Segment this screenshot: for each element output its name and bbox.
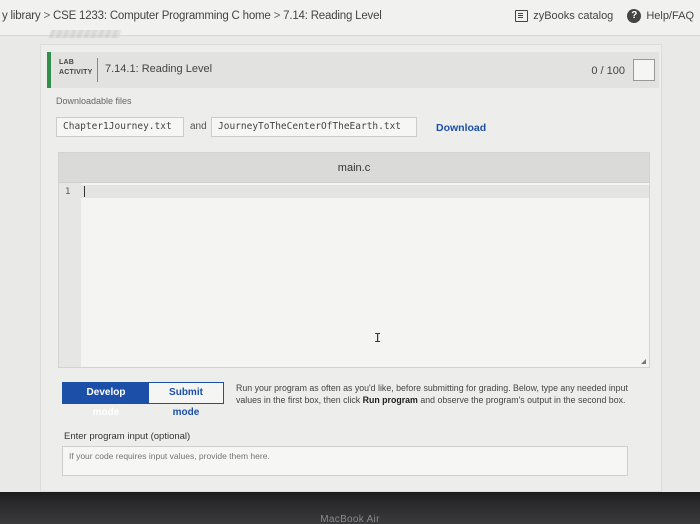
faded-header-strip xyxy=(48,30,122,38)
text-cursor xyxy=(84,186,85,197)
develop-mode-button[interactable]: Develop mode xyxy=(63,383,149,418)
device-label: MacBook Air xyxy=(320,514,380,524)
score-text: 0 / 100 xyxy=(591,65,625,77)
help-label: Help/FAQ xyxy=(646,10,694,22)
mode-toggle: Develop mode Submit mode xyxy=(62,382,224,418)
and-text: and xyxy=(190,121,207,132)
score-indicator-box xyxy=(633,59,655,81)
submit-mode-button[interactable]: Submit mode xyxy=(149,383,223,418)
editor-tab-bar: main.c xyxy=(59,153,649,183)
help-icon: ? xyxy=(627,9,642,23)
breadcrumb: y library > CSE 1233: Computer Programming… xyxy=(2,10,382,22)
laptop-bezel: MacBook Air xyxy=(0,492,700,524)
file-journey-center-earth[interactable]: JourneyToTheCenterOfTheEarth.txt xyxy=(211,117,417,137)
downloadable-files-label: Downloadable files xyxy=(56,96,132,106)
zybooks-catalog-link[interactable]: zyBooks catalog xyxy=(515,10,613,22)
line-gutter: 1 xyxy=(59,183,81,367)
ibeam-pointer-icon: I xyxy=(374,331,382,345)
help-faq-link[interactable]: ? Help/FAQ xyxy=(627,9,694,23)
file-chapter1-journey[interactable]: Chapter1Journey.txt xyxy=(56,117,184,137)
download-link[interactable]: Download xyxy=(436,122,486,134)
editor-filename: main.c xyxy=(337,162,371,174)
lab-header-divider xyxy=(97,58,98,82)
run-instructions: Run your program as often as you'd like,… xyxy=(236,383,640,406)
catalog-label: zyBooks catalog xyxy=(533,10,614,22)
top-right-links: zyBooks catalog ? Help/FAQ xyxy=(515,9,694,23)
lab-accent-bar xyxy=(47,52,51,88)
active-line-highlight xyxy=(81,185,649,198)
lab-tag-line1: LAB xyxy=(59,59,74,66)
lab-title: 7.14.1: Reading Level xyxy=(105,63,213,75)
book-icon xyxy=(515,10,529,22)
breadcrumb-course-link[interactable]: CSE 1233: Computer Programming C home xyxy=(53,10,271,22)
lab-tag-line2: ACTIVITY xyxy=(59,69,93,76)
resize-grip-icon[interactable] xyxy=(641,359,646,364)
line-number: 1 xyxy=(65,187,71,197)
breadcrumb-current-section: 7.14: Reading Level xyxy=(283,10,382,22)
program-input-field[interactable] xyxy=(62,446,628,476)
program-input-label: Enter program input (optional) xyxy=(64,431,191,442)
instructions-run-program: Run program xyxy=(362,394,418,405)
code-editor[interactable]: main.c 1 I xyxy=(58,152,650,368)
lab-activity-header: LAB ACTIVITY 7.14.1: Reading Level 0 / 1… xyxy=(47,52,659,88)
instructions-part2: and observe the program's output in the … xyxy=(417,394,626,405)
breadcrumb-separator: > xyxy=(273,10,281,22)
breadcrumb-separator: > xyxy=(43,10,50,22)
breadcrumb-library-link[interactable]: y library xyxy=(2,10,41,22)
lab-activity-tag: LAB ACTIVITY xyxy=(59,58,93,78)
